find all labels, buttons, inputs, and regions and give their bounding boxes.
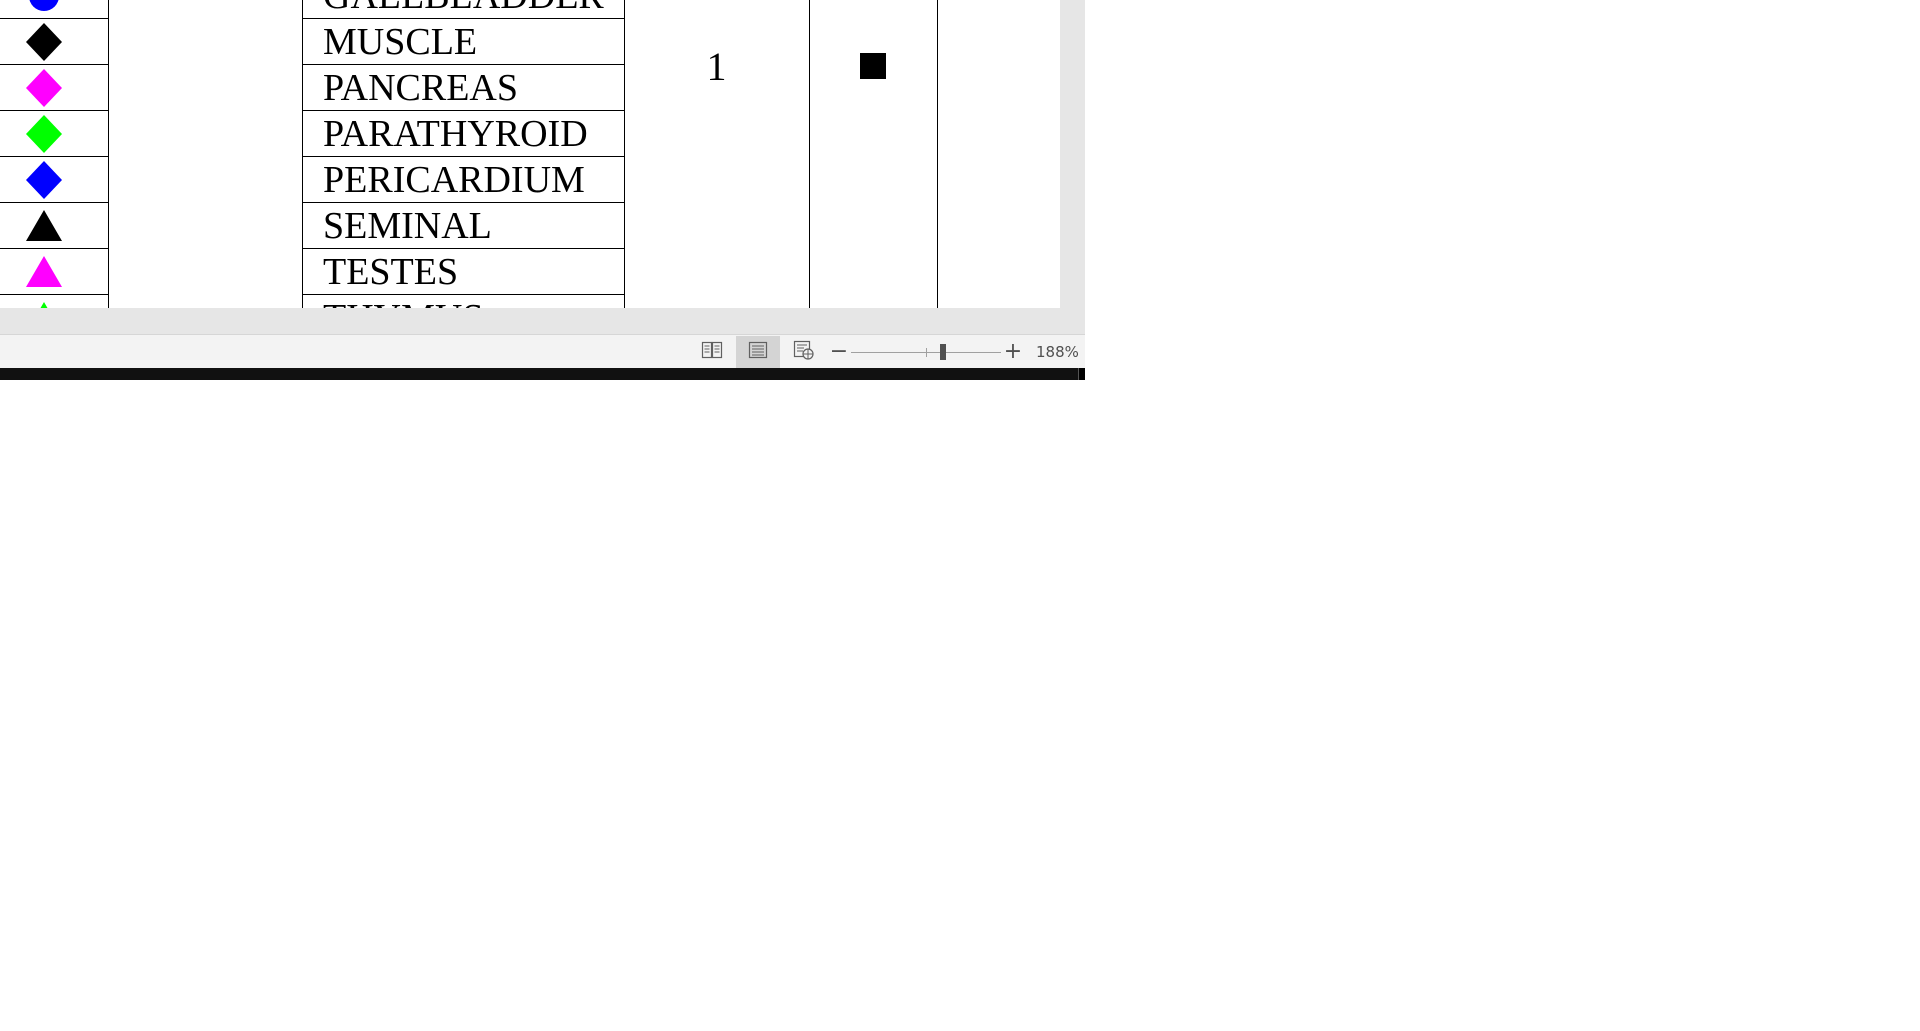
triangle-icon — [24, 203, 64, 249]
print-layout-button[interactable] — [736, 336, 780, 368]
zoom-slider-thumb[interactable] — [939, 344, 946, 360]
row-label: MUSCLE — [323, 21, 478, 63]
vertical-scrollbar[interactable] — [1060, 0, 1085, 308]
taskbar — [0, 368, 1085, 380]
diamond-icon — [24, 111, 64, 157]
square-icon — [860, 53, 886, 79]
read-mode-icon — [701, 341, 723, 364]
show-desktop-button[interactable] — [1078, 368, 1085, 380]
diamond-icon — [24, 65, 64, 111]
print-layout-icon — [748, 341, 768, 364]
zoom-level-label[interactable]: 188% — [1036, 335, 1079, 369]
read-mode-button[interactable] — [690, 336, 734, 368]
row-label: THYMUS — [323, 295, 483, 308]
table-border-count-right — [809, 0, 810, 308]
web-layout-button[interactable] — [782, 336, 826, 368]
table-border-label-left — [302, 0, 303, 308]
circle-icon — [24, 0, 64, 19]
diamond-icon — [24, 157, 64, 203]
count-cell: 1 — [706, 44, 727, 89]
word-window: GALLBLADDER MUSCLEPANCREASPARATHYROIDPERI… — [0, 0, 1085, 380]
triangle-icon — [24, 295, 64, 308]
row-label: TESTES — [323, 251, 459, 293]
triangle-icon — [24, 249, 64, 295]
row-label: GALLBLADDER — [323, 0, 604, 19]
diamond-icon — [24, 19, 64, 65]
web-layout-icon — [793, 340, 815, 365]
status-bar: − + 188% — [0, 334, 1085, 369]
row-label: SEMINAL — [323, 205, 492, 247]
document-area: GALLBLADDER MUSCLEPANCREASPARATHYROIDPERI… — [0, 0, 1085, 308]
page-gap — [0, 308, 1085, 334]
row-label: PERICARDIUM — [323, 159, 585, 201]
zoom-out-button[interactable]: − — [827, 337, 851, 367]
table-border-marker-right — [937, 0, 938, 308]
row-label: PANCREAS — [323, 67, 519, 109]
zoom-slider-center-tick — [926, 348, 927, 357]
table-border-left-col — [108, 0, 109, 308]
zoom-in-button[interactable]: + — [1001, 337, 1025, 367]
row-label: PARATHYROID — [323, 113, 588, 155]
document-page: GALLBLADDER MUSCLEPANCREASPARATHYROIDPERI… — [0, 0, 1060, 308]
